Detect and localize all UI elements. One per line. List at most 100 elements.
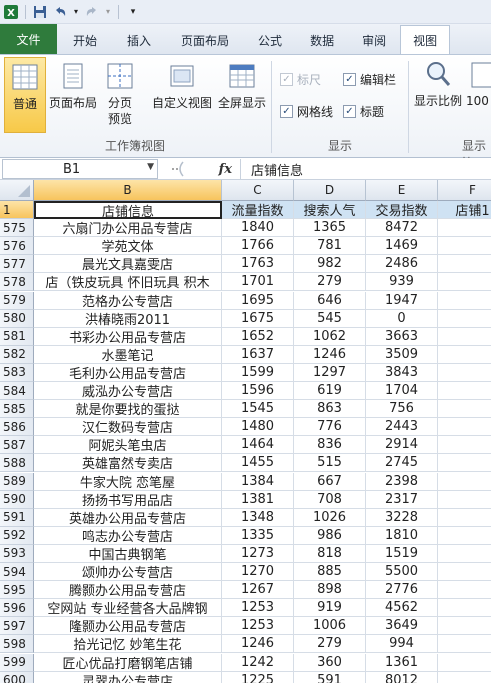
cell-search-popularity[interactable]: 279	[294, 273, 366, 292]
cell-empty[interactable]	[438, 599, 491, 618]
cell-empty[interactable]	[438, 400, 491, 419]
row-header[interactable]: 592	[0, 526, 34, 545]
cell-traffic-index[interactable]: 1464	[222, 436, 294, 455]
name-box[interactable]: B1 ▼	[2, 159, 158, 179]
cell-traffic-index[interactable]: 1695	[222, 291, 294, 310]
cell-search-popularity[interactable]: 591	[294, 671, 366, 683]
cell-shop-name[interactable]: 灵翠办公专营店	[34, 671, 222, 683]
cell-traffic-index[interactable]: 1242	[222, 653, 294, 672]
excel-icon[interactable]: X	[3, 4, 19, 20]
chevron-down-icon[interactable]: ▼	[147, 162, 154, 172]
cell-search-popularity[interactable]: 1297	[294, 363, 366, 382]
cell-traffic-index[interactable]: 1381	[222, 490, 294, 509]
normal-view-button[interactable]: 普通	[4, 57, 46, 133]
cell-traffic-index[interactable]: 1273	[222, 544, 294, 563]
row-header[interactable]: 575	[0, 219, 34, 238]
formula-bar-checkbox[interactable]: ✓ 编辑栏	[343, 71, 396, 88]
cell-shop-name[interactable]: 中国古典钢笔	[34, 544, 222, 563]
cell-shop-name[interactable]: 洪椿晓雨2011	[34, 309, 222, 328]
redo-dropdown-icon[interactable]: ▾	[104, 4, 112, 20]
cell-search-popularity[interactable]: 646	[294, 291, 366, 310]
cell-shop-name[interactable]: 就是你要找的蛋挞	[34, 400, 222, 419]
undo-icon[interactable]	[52, 4, 68, 20]
cell-search-popularity[interactable]: 986	[294, 526, 366, 545]
cell-trade-index[interactable]: 3228	[366, 508, 438, 527]
cell-empty[interactable]	[438, 418, 491, 437]
cell-empty[interactable]	[438, 219, 491, 238]
cell-trade-index[interactable]: 2486	[366, 255, 438, 274]
headings-checkbox[interactable]: ✓ 标题	[343, 103, 384, 120]
row-header[interactable]: 585	[0, 400, 34, 419]
cell-shop-name[interactable]: 汉仁数码专营店	[34, 418, 222, 437]
tab-view[interactable]: 视图	[400, 25, 451, 54]
cell-search-popularity[interactable]: 279	[294, 635, 366, 654]
cell-empty[interactable]	[438, 635, 491, 654]
row-header[interactable]: 576	[0, 237, 34, 256]
zoom-100-button[interactable]: 100	[466, 59, 491, 109]
insert-function-icon[interactable]: fx	[219, 162, 232, 177]
cell-shop-name[interactable]: 阿妮头笔虫店	[34, 436, 222, 455]
cell-trade-index[interactable]: 8472	[366, 219, 438, 238]
header-shop-info[interactable]: 店铺信息	[34, 201, 222, 219]
cell-empty[interactable]	[438, 273, 491, 292]
row-header[interactable]: 595	[0, 581, 34, 600]
cell-search-popularity[interactable]: 1365	[294, 219, 366, 238]
cell-traffic-index[interactable]: 1480	[222, 418, 294, 437]
header-shop-extra[interactable]: 店铺1	[438, 201, 491, 219]
cell-trade-index[interactable]: 1519	[366, 544, 438, 563]
cell-trade-index[interactable]: 3649	[366, 617, 438, 636]
cell-trade-index[interactable]: 2398	[366, 472, 438, 491]
cell-empty[interactable]	[438, 328, 491, 346]
cell-trade-index[interactable]: 939	[366, 273, 438, 292]
cell-empty[interactable]	[438, 654, 491, 672]
tab-file[interactable]: 文件	[0, 24, 57, 54]
cell-traffic-index[interactable]: 1637	[222, 345, 294, 364]
cell-search-popularity[interactable]: 619	[294, 382, 366, 400]
cell-search-popularity[interactable]: 515	[294, 454, 366, 473]
row-header[interactable]: 583	[0, 363, 34, 382]
cell-search-popularity[interactable]: 776	[294, 418, 366, 437]
cell-search-popularity[interactable]: 982	[294, 255, 366, 274]
cell-shop-name[interactable]: 颂帅办公专营店	[34, 563, 222, 581]
cell-shop-name[interactable]: 学苑文体	[34, 237, 222, 256]
row-header[interactable]: 597	[0, 617, 34, 636]
cell-traffic-index[interactable]: 1246	[222, 635, 294, 654]
cell-empty[interactable]	[438, 491, 491, 509]
cell-trade-index[interactable]: 1469	[366, 237, 438, 256]
gridlines-checkbox[interactable]: ✓ 网格线	[280, 103, 333, 120]
cell-search-popularity[interactable]: 545	[294, 309, 366, 328]
row-header[interactable]: 594	[0, 563, 34, 581]
cell-trade-index[interactable]: 2317	[366, 490, 438, 509]
cell-trade-index[interactable]: 994	[366, 635, 438, 654]
cell-traffic-index[interactable]: 1455	[222, 454, 294, 473]
tab-review[interactable]: 审阅	[348, 26, 400, 54]
cell-search-popularity[interactable]: 1062	[294, 327, 366, 346]
save-icon[interactable]	[32, 4, 48, 20]
cell-empty[interactable]	[438, 454, 491, 473]
cell-search-popularity[interactable]: 1006	[294, 617, 366, 636]
cell-trade-index[interactable]: 1947	[366, 291, 438, 310]
page-break-preview-button[interactable]: 分页 预览	[101, 61, 139, 127]
cell-search-popularity[interactable]: 360	[294, 653, 366, 672]
cell-empty[interactable]	[438, 617, 491, 636]
worksheet-grid[interactable]: B C D E F 1 店铺信息 流量指数 搜索人气 交易指数 店铺1 575 六扇门办公用品…	[0, 180, 491, 683]
tab-page-layout[interactable]: 页面布局	[166, 26, 244, 54]
cell-empty[interactable]	[438, 436, 491, 455]
cell-empty[interactable]	[438, 563, 491, 581]
cell-shop-name[interactable]: 英雄办公用品专营店	[34, 508, 222, 527]
cell-search-popularity[interactable]: 898	[294, 581, 366, 600]
cell-traffic-index[interactable]: 1766	[222, 237, 294, 256]
cell-empty[interactable]	[438, 581, 491, 600]
cell-shop-name[interactable]: 范格办公专营店	[34, 291, 222, 310]
cell-trade-index[interactable]: 1810	[366, 526, 438, 545]
cell-search-popularity[interactable]: 781	[294, 237, 366, 256]
cell-trade-index[interactable]: 8012	[366, 671, 438, 683]
cell-traffic-index[interactable]: 1270	[222, 563, 294, 581]
redo-icon[interactable]	[84, 4, 100, 20]
cell-trade-index[interactable]: 2745	[366, 454, 438, 473]
cell-shop-name[interactable]: 威泓办公专营店	[34, 382, 222, 400]
cell-empty[interactable]	[438, 346, 491, 364]
row-header[interactable]: 580	[0, 309, 34, 328]
cell-traffic-index[interactable]: 1225	[222, 671, 294, 683]
cell-shop-name[interactable]: 匠心优品打磨钢笔店铺	[34, 653, 222, 672]
